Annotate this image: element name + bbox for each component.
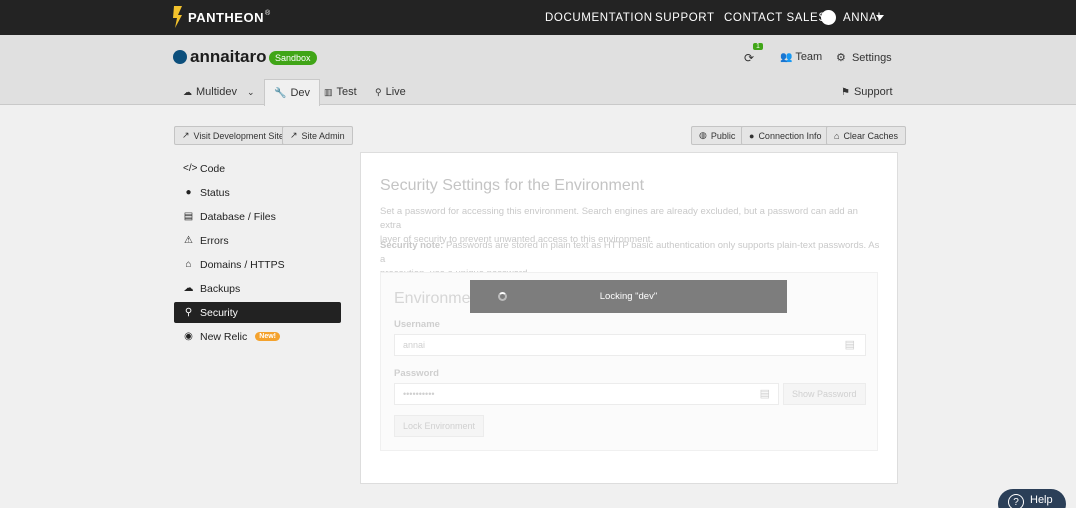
site-admin-label: Site Admin (301, 130, 345, 141)
password-value: •••••••••• (403, 389, 435, 399)
public-button[interactable]: ◍ Public (691, 126, 744, 145)
contact-card-icon: ▤ (844, 339, 855, 351)
site-name: annaitaro (190, 47, 267, 66)
site-header: annaitaro Sandbox ⟳ 1 👥 Team ⚙ Settings … (0, 35, 1076, 106)
sidebar-item-label: Database / Files (200, 210, 276, 223)
person-running-icon: ⚲ (375, 86, 382, 97)
nav-documentation[interactable]: DOCUMENTATION (545, 12, 653, 24)
database-icon: ▤ (183, 211, 194, 222)
help-label: Help (1030, 494, 1053, 506)
security-note-line-1: Passwords are stored in plain text as HT… (380, 240, 880, 265)
team-icon: 👥 (780, 52, 793, 63)
tab-multidev[interactable]: ☁ Multidev ⌄ (174, 79, 264, 105)
tab-multidev-label: Multidev (196, 86, 237, 98)
lock-environment-button[interactable]: Lock Environment (394, 415, 485, 437)
clear-caches-label: Clear Caches (843, 130, 898, 141)
drupal-icon (173, 50, 187, 64)
sandbox-badge: Sandbox (269, 51, 317, 65)
external-link-icon: ↗ (290, 130, 298, 140)
security-note-label: Security note: (380, 240, 444, 251)
connection-info-label: Connection Info (758, 130, 822, 141)
support-link[interactable]: ⚑ Support (832, 79, 902, 105)
sidebar-item-label: Security (200, 306, 238, 319)
show-password-button[interactable]: Show Password (783, 383, 866, 405)
visit-development-site-button[interactable]: ↗ Visit Development Site (174, 126, 292, 145)
flag-icon: ⚑ (841, 86, 850, 98)
top-navbar: PANTHEON ® DOCUMENTATION SUPPORT CONTACT… (0, 0, 1076, 35)
security-panel: Security Settings for the Environment Se… (360, 152, 898, 484)
broom-icon: ⌂ (834, 130, 840, 141)
password-field[interactable]: •••••••••• ▤ (394, 383, 779, 405)
chevron-down-icon: ⌄ (246, 86, 255, 97)
sidebar-item-status[interactable]: ● Status (174, 182, 341, 203)
warning-icon: ⚠ (184, 235, 193, 246)
info-icon: ● (185, 187, 192, 198)
username-label: Username (394, 319, 440, 330)
sidebar-item-backups[interactable]: ☁ Backups (174, 278, 341, 299)
nav-support[interactable]: SUPPORT (655, 12, 715, 24)
security-icon: ⚲ (184, 307, 193, 318)
sidebar-item-domains[interactable]: ⌂ Domains / HTTPS (174, 254, 341, 275)
team-label: Team (795, 51, 823, 63)
locking-toast: Locking "dev" (470, 280, 787, 313)
wrench-icon: 🔧 (274, 87, 287, 99)
info-icon: ● (749, 130, 755, 141)
gear-icon: ⚙ (836, 52, 846, 64)
public-label: Public (710, 130, 736, 141)
connection-info-button[interactable]: ● Connection Info (741, 126, 830, 145)
user-menu-caret-icon[interactable] (876, 15, 884, 20)
cloud-upload-icon: ☁ (183, 283, 194, 294)
page-title: Security Settings for the Environment (380, 177, 645, 194)
support-label: Support (853, 86, 893, 98)
sidebar-item-security[interactable]: ⚲ Security (174, 302, 341, 323)
settings-link[interactable]: ⚙ Settings (836, 51, 892, 64)
question-icon: ? (1008, 494, 1024, 508)
sidebar-item-label: Domains / HTTPS (200, 258, 285, 271)
username-value: annai (403, 340, 426, 350)
help-button[interactable]: ? Help (998, 489, 1066, 508)
sidebar-item-errors[interactable]: ⚠ Errors (174, 230, 341, 251)
tab-dev[interactable]: 🔧 Dev (264, 79, 321, 106)
visit-dev-label: Visit Development Site (193, 130, 284, 141)
sidebar-item-label: Errors (200, 234, 229, 247)
sidebar-item-label: New Relic (200, 330, 248, 343)
tab-test[interactable]: ▥ Test (315, 79, 366, 105)
workflow-icon[interactable]: ⟳ (744, 51, 754, 65)
tab-live-label: Live (385, 86, 406, 98)
nav-contact-sales[interactable]: CONTACT SALES (724, 12, 827, 24)
site-admin-button[interactable]: ↗ Site Admin (282, 126, 353, 145)
tab-dev-label: Dev (290, 87, 311, 99)
sidebar-item-label: Backups (200, 282, 241, 295)
tab-test-label: Test (336, 86, 357, 98)
environment-sidebar: </> Code ● Status ▤ Database / Files ⚠ E… (174, 158, 341, 350)
cloud-icon: ☁ (183, 86, 192, 97)
contact-card-icon: ▤ (759, 388, 770, 400)
toast-message: Locking "dev" (599, 291, 658, 302)
password-label: Password (394, 368, 439, 379)
settings-label: Settings (851, 52, 892, 64)
sidebar-item-label: Status (200, 186, 230, 199)
sidebar-item-database-files[interactable]: ▤ Database / Files (174, 206, 341, 227)
eye-icon: ◉ (184, 331, 193, 342)
code-icon: </> (183, 163, 198, 174)
spinner-icon (498, 292, 507, 301)
tab-live[interactable]: ⚲ Live (366, 79, 415, 105)
clear-caches-button[interactable]: ⌂ Clear Caches (826, 126, 906, 145)
home-icon: ⌂ (185, 259, 192, 270)
new-badge: New! (255, 332, 280, 341)
sidebar-item-code[interactable]: </> Code (174, 158, 341, 179)
sidebar-item-label: Code (200, 162, 226, 175)
chart-icon: ▥ (324, 86, 333, 97)
description-line-1: Set a password for accessing this enviro… (380, 206, 858, 231)
notification-count: 1 (753, 43, 763, 50)
username-field[interactable]: annai ▤ (394, 334, 866, 356)
sidebar-item-new-relic[interactable]: ◉ New Relic New! (174, 326, 341, 347)
globe-icon: ◍ (699, 130, 707, 140)
user-avatar[interactable] (821, 10, 836, 25)
team-link[interactable]: 👥 Team (780, 51, 822, 63)
external-link-icon: ↗ (182, 130, 190, 140)
